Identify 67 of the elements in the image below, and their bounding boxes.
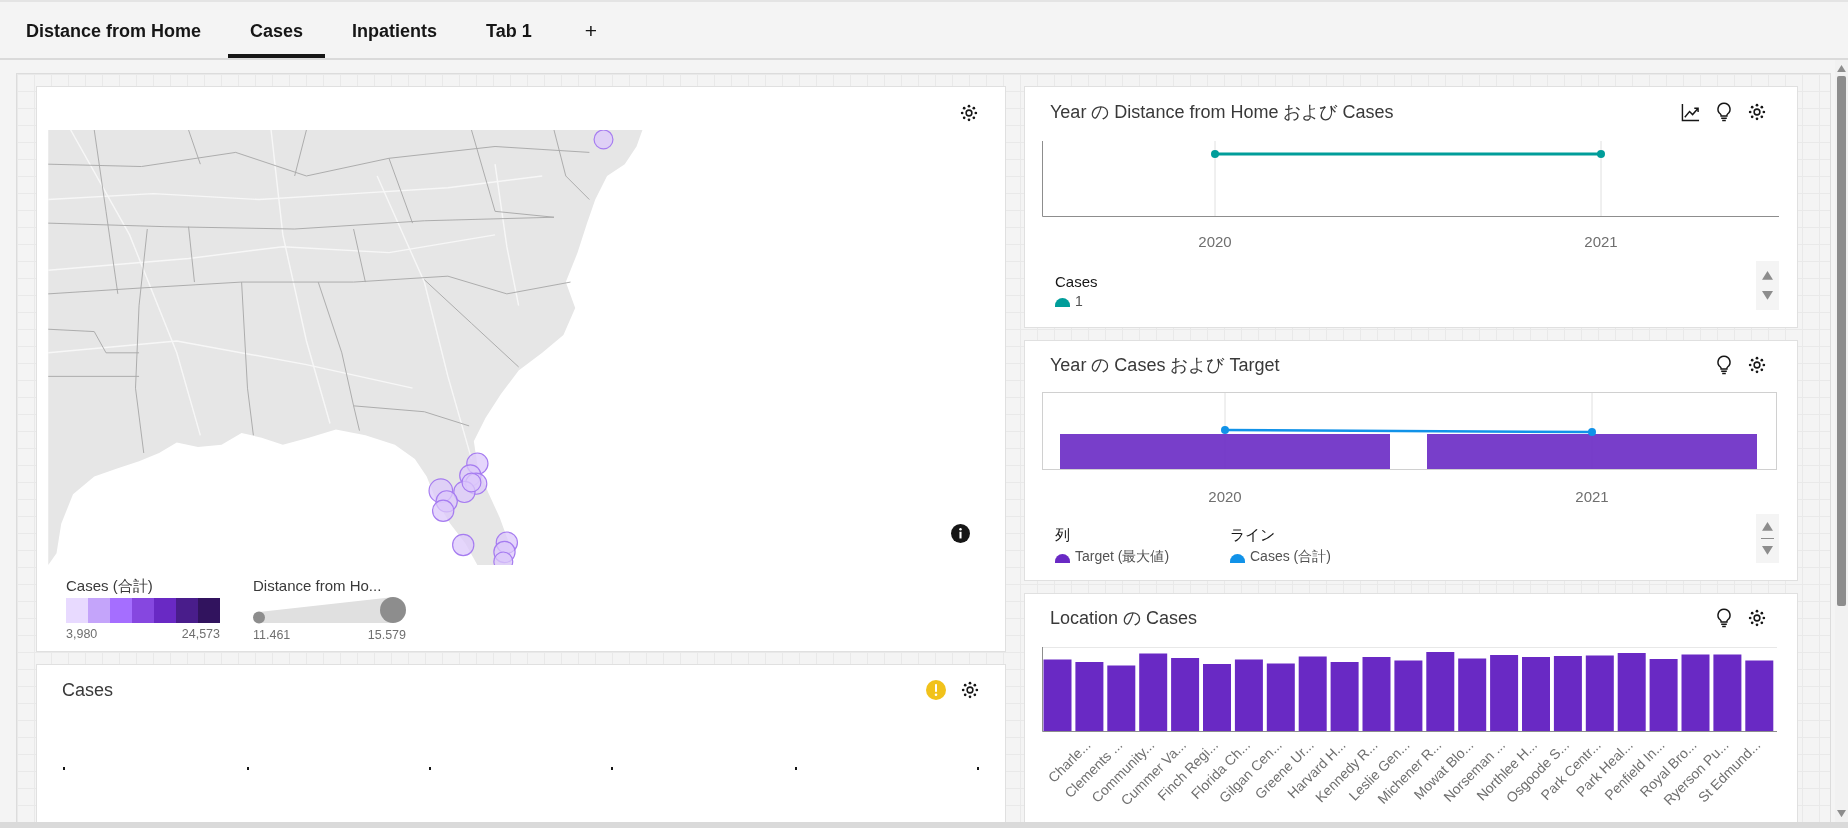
panel-title: Year の Distance from Home および Cases [1050,101,1394,124]
bar [1203,664,1231,731]
scroll-up-icon[interactable] [1762,521,1773,531]
axis-label: 2020 [1208,488,1242,505]
info-icon[interactable] [951,524,970,543]
bar [1649,659,1678,731]
data-point [1597,150,1605,158]
axis-label: 2021 [1584,233,1618,250]
add-tab-button[interactable]: + [558,2,620,58]
tick-mark [247,767,249,770]
axis-label: 2021 [1575,488,1609,505]
circle-size-scale-icon [253,596,406,624]
tick-mark [429,767,431,770]
data-point [1221,426,1229,434]
dot-ring-icon[interactable] [960,104,978,122]
bar [1107,665,1136,731]
tick-mark [977,767,979,770]
horizontal-scrollbar[interactable] [0,822,1848,828]
map-bubble-marker [432,499,455,522]
data-point [1588,428,1596,436]
scrollbar-thumb[interactable] [1837,76,1846,607]
legend-title: ライン [1230,526,1276,545]
legend-title: 列 [1055,526,1071,545]
legend-label: 1 [1075,293,1083,309]
bar [1075,662,1104,731]
scroll-down-icon[interactable] [1762,291,1773,301]
legend-title: Cases (合計) [66,577,154,595]
tick-mark [795,767,797,770]
bar [1745,660,1774,731]
panel-title: Year の Cases および Target [1050,354,1280,377]
tab[interactable]: Distance from Home [4,2,224,58]
legend-min-label: 3,980 [66,627,98,641]
bar [1394,660,1423,731]
dot-ring-icon[interactable] [1748,609,1766,627]
data-point [1211,150,1219,158]
bar [1234,659,1263,731]
scroll-up-icon[interactable] [1762,270,1773,280]
legend-label: Cases (合計) [1250,548,1331,566]
legend-max-label: 24,573 [181,627,220,641]
map-bubble-marker [593,130,614,150]
lightbulb-icon[interactable] [1715,355,1733,375]
legend-title: Cases [1055,273,1099,290]
legend-label: Target (最大値) [1075,548,1170,566]
panel-title: Cases [62,679,114,701]
tab[interactable]: Inpatients [330,2,460,58]
tab[interactable]: Tab 1 [464,2,554,58]
bar [1330,662,1359,731]
scroll-down-icon[interactable] [1837,809,1846,817]
scroll-up-icon[interactable] [1837,65,1846,73]
lightbulb-icon[interactable] [1715,608,1733,628]
tick-mark [63,767,65,770]
bar [1266,663,1295,731]
legend-max-label: 15.579 [367,628,406,642]
line-chart-icon[interactable] [1681,102,1700,122]
tab[interactable]: Cases [228,2,326,58]
dot-ring-icon[interactable] [1748,103,1766,121]
bar [1043,659,1072,731]
dot-ring-icon[interactable] [961,681,979,699]
legend-title: Distance from Ho... [253,577,383,595]
legend-min-label: 11.461 [253,628,291,642]
scroll-down-icon[interactable] [1762,546,1773,556]
tick-mark [611,767,613,770]
axis-label: 2020 [1198,233,1232,250]
dot-ring-icon[interactable] [1748,356,1766,374]
map-bubble-marker [452,533,475,557]
lightbulb-icon[interactable] [1715,102,1733,122]
panel-title: Location の Cases [1050,607,1198,630]
